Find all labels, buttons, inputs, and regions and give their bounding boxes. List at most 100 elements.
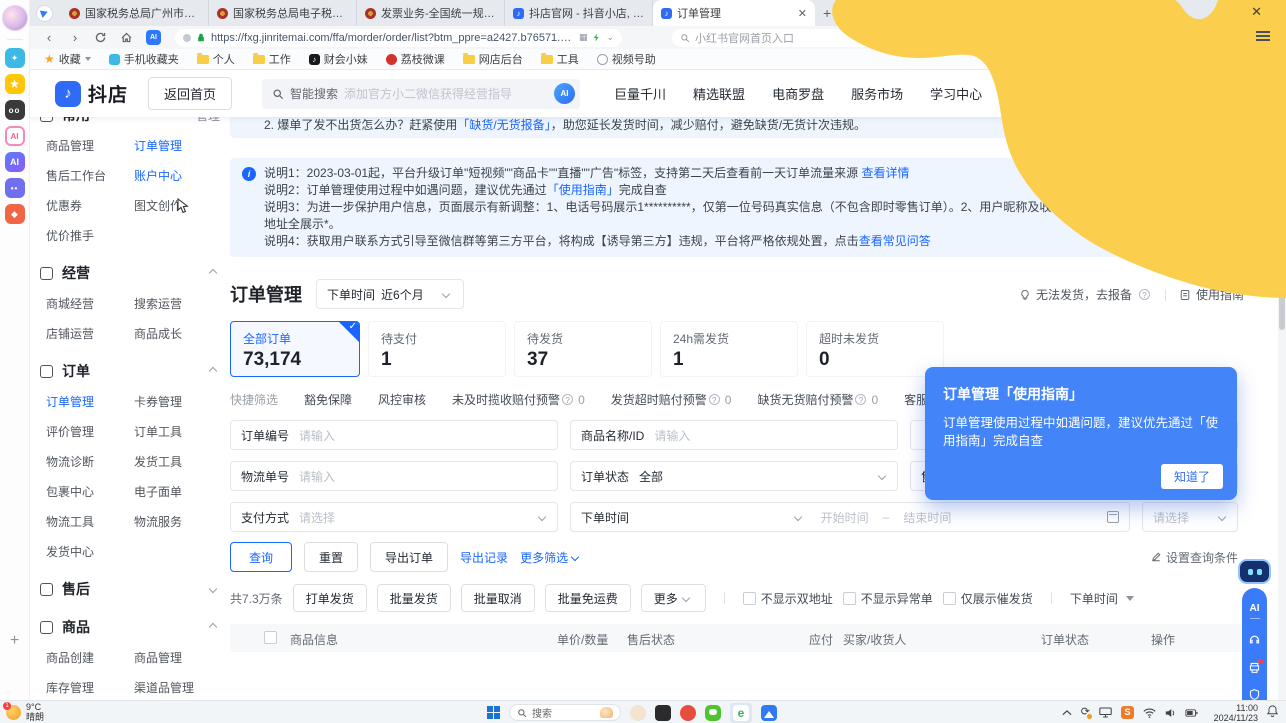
sidebar-item-active[interactable]: 账户中心 (134, 167, 220, 184)
sidebar-item[interactable]: 售后工作台 (46, 167, 134, 184)
new-tab-button[interactable]: + (823, 5, 831, 21)
sidebar-item[interactable]: 搜索运营 (134, 295, 220, 312)
tab-tax-bureau-gz[interactable]: 国家税务总局广州市税务局 (61, 0, 209, 26)
filter-shortage-warning[interactable]: 缺货无货赔付预警?0 (757, 391, 878, 408)
chevron-down-icon[interactable] (209, 585, 217, 593)
nav-learning[interactable]: 学习中心 (930, 84, 982, 103)
bookmark-shop-admin[interactable]: 网店后台 (463, 51, 523, 67)
date-range-picker[interactable]: 下单时间 开始时间 – 结束时间 (570, 502, 1130, 532)
nav-jingxuan[interactable]: 精选联盟 (693, 84, 745, 103)
sidebar-item[interactable]: 商品管理 (134, 649, 220, 666)
bookmark-tools[interactable]: 工具 (541, 51, 579, 67)
pending-price-button[interactable]: 待改价商品 6 (1018, 78, 1103, 109)
tab-close-icon[interactable]: ✕ (798, 7, 807, 20)
ai-assistant-button[interactable]: AI (1250, 603, 1260, 619)
rail-add-button[interactable]: + (0, 632, 29, 650)
export-orders-button[interactable]: 导出订单 (370, 542, 448, 572)
hide-abnormal-checkbox[interactable]: 不显示异常单 (843, 590, 933, 607)
card-all-orders[interactable]: 全部订单 73,174 ✓ (230, 321, 360, 377)
extra-select[interactable]: 请选择 (1142, 502, 1238, 532)
sidebar-item[interactable]: 物流诊断 (46, 453, 134, 470)
print-ship-button[interactable]: 打单发货 (293, 584, 367, 612)
chevron-up-icon[interactable] (209, 269, 217, 277)
reload-icon[interactable] (94, 31, 108, 44)
ai-app-icon[interactable]: AI (5, 152, 25, 172)
sidebar-item[interactable]: 商品成长 (134, 325, 220, 342)
remote-pc-icon[interactable] (1099, 707, 1112, 718)
nav-qianchuan[interactable]: 巨量千川 (614, 84, 666, 103)
card-pending-shipment[interactable]: 待发货 37 (514, 321, 652, 377)
back-icon[interactable]: ‹ (42, 31, 56, 44)
chevron-up-icon[interactable] (209, 623, 217, 631)
profile-avatar[interactable] (2, 5, 28, 31)
browser-ai-icon[interactable]: AI (146, 30, 161, 45)
tray-expand-icon[interactable] (1062, 709, 1072, 717)
bookmark-work[interactable]: 工作 (253, 51, 291, 67)
sync-icon[interactable]: ⟳ (1081, 707, 1090, 718)
rail-app-icon[interactable]: ✦ (5, 48, 25, 68)
taskbar-pin-app-icon[interactable] (680, 705, 696, 721)
sidebar-item[interactable]: 商城经营 (46, 295, 134, 312)
favorites-star-icon[interactable]: ★ (5, 74, 25, 94)
card-24h-ship[interactable]: 24h需发货 1 (660, 321, 798, 377)
qrcode-icon[interactable]: ▦ (579, 32, 588, 43)
nav-luopan[interactable]: 电商罗盘 (772, 84, 824, 103)
sidebar-item[interactable]: 发货中心 (46, 543, 134, 560)
batch-cancel-button[interactable]: 批量取消 (461, 584, 535, 612)
urge-ship-only-checkbox[interactable]: 仅展示催发货 (943, 590, 1033, 607)
sidebar-item[interactable]: 物流工具 (46, 513, 134, 530)
wifi-icon[interactable] (1143, 708, 1156, 718)
toolbar-search-box[interactable]: 小红书官网首页入口 (672, 29, 894, 47)
smart-search-box[interactable]: 智能搜索 添加官方小二微信获得经营指导 AI (262, 79, 580, 109)
bookmark-favorites[interactable]: ★ 收藏 (44, 51, 91, 67)
bookmark-mobile[interactable]: 手机收藏夹 (109, 51, 179, 67)
order-status-select[interactable]: 订单状态全部 (570, 461, 898, 491)
site-info-icon[interactable] (183, 34, 191, 42)
robot-app-icon[interactable]: oo (5, 100, 25, 120)
taskbar-clock[interactable]: 11:00 2024/11/23 (1214, 703, 1258, 723)
logistics-no-input[interactable]: 物流单号请输入 (230, 461, 558, 491)
sidebar-item[interactable]: 物流服务 (134, 513, 220, 530)
tab-order-management[interactable]: ♪ 订单管理 ✕ (653, 0, 815, 26)
menu-hamburger-icon[interactable] (1256, 31, 1270, 41)
sort-by-order-time[interactable]: 下单时间 (1070, 590, 1134, 607)
extension-icon-pin[interactable] (949, 31, 963, 45)
wechat-icon[interactable] (705, 705, 721, 721)
batch-ship-button[interactable]: 批量发货 (377, 584, 451, 612)
bookmark-personal[interactable]: 个人 (197, 51, 235, 67)
url-text[interactable]: https://fxg.jinritemai.com/ffa/morder/or… (211, 32, 574, 44)
home-icon[interactable] (120, 31, 134, 44)
customer-service-icon[interactable] (1248, 633, 1261, 646)
order-time-filter[interactable]: 下单时间 近6个月 (316, 279, 464, 309)
usage-guide-link[interactable]: 「使用指南」 (547, 183, 619, 197)
sidebar-item[interactable]: 渠道品管理 (134, 679, 220, 696)
more-filters-link[interactable]: 更多筛选 (520, 549, 578, 566)
browser-logo-icon[interactable] (36, 5, 53, 22)
sidebar-item[interactable]: 发货工具 (134, 453, 220, 470)
sidebar-item[interactable]: 订单工具 (134, 423, 220, 440)
order-no-input[interactable]: 订单编号请输入 (230, 420, 558, 450)
sidebar-item[interactable]: 商品管理 (46, 137, 134, 154)
ai-plus-icon[interactable]: AI (5, 126, 25, 146)
sidebar-item-active[interactable]: 订单管理 (46, 393, 134, 410)
sidebar-item-active[interactable]: 订单管理 (134, 137, 220, 154)
more-actions-button[interactable]: 更多 (641, 584, 706, 612)
faq-link[interactable]: 查看常见问答 (859, 234, 931, 248)
assistant-app-icon[interactable]: •• (5, 178, 25, 198)
sidebar-item[interactable]: 库存管理 (46, 679, 134, 696)
nav-market[interactable]: 服务市场 (851, 84, 903, 103)
sidebar-item[interactable]: 商品创建 (46, 649, 134, 666)
window-close-icon[interactable]: ✕ (1251, 4, 1262, 20)
game-app-icon[interactable]: ◆ (5, 204, 25, 224)
select-all-checkbox[interactable] (264, 631, 277, 644)
card-overdue[interactable]: 超时未发货 0 (806, 321, 944, 377)
shortage-report-link[interactable]: 「缺货/无货报备」 (457, 118, 550, 132)
query-settings-link[interactable]: 设置查询条件 (1150, 549, 1238, 566)
bookmark-lizhi[interactable]: 荔枝微课 (386, 51, 445, 67)
windows-start-icon[interactable] (487, 706, 500, 719)
forward-icon[interactable]: › (68, 31, 82, 44)
info-circle-icon[interactable]: ? (1139, 289, 1150, 300)
chevron-up-icon[interactable] (209, 367, 217, 375)
address-bar[interactable]: https://fxg.jinritemai.com/ffa/morder/or… (175, 29, 622, 47)
sidebar-item[interactable]: 包裹中心 (46, 483, 134, 500)
